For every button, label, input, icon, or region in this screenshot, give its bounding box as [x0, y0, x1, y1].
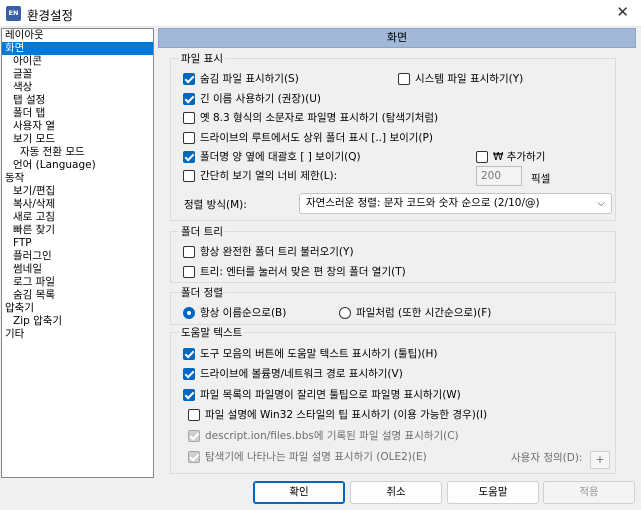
custom-define-button: +: [590, 451, 610, 469]
checkbox-box[interactable]: [188, 409, 200, 421]
checkbox-box: [188, 430, 200, 442]
lowercase-83-label: 옛 8.3 형식의 소문자로 파일명 표시하기 (탐색기처럼): [200, 112, 439, 124]
brackets-label: 폴더명 양 옆에 대괄호 [ ] 보이기(Q): [200, 151, 361, 163]
checkbox-box[interactable]: [183, 389, 195, 401]
explorer-ole2-label: 탐색기에 나타나는 파일 설명 표시하기 (OLE2)(E): [205, 451, 427, 463]
add-won-label: ₩ 추가하기: [493, 151, 546, 163]
tree-item-refresh[interactable]: 새로 고침: [13, 211, 55, 224]
checkbox-box[interactable]: [398, 73, 410, 85]
tree-item-log-file[interactable]: 로그 파일: [13, 276, 55, 289]
sort-by-name-label: 항상 이름순으로(B): [200, 307, 287, 319]
checkbox-box[interactable]: [183, 246, 195, 258]
show-hidden-label: 숨김 파일 표시하기(S): [200, 73, 299, 85]
tree-item-view-edit[interactable]: 보기/편집: [13, 185, 55, 198]
checkbox-box[interactable]: [183, 93, 195, 105]
drive-volume-label: 드라이브에 볼륨명/네트워크 경로 표시하기(V): [200, 368, 403, 380]
tree-item-colors[interactable]: 색상: [13, 81, 32, 94]
checkbox-box[interactable]: [183, 170, 195, 182]
checkbox-box[interactable]: [476, 151, 488, 163]
enter-open-label: 트리: 엔터를 눌러서 맞은 편 창의 폴더 열기(T): [200, 266, 406, 278]
long-names-label: 긴 이름 사용하기 (권장)(U): [200, 93, 322, 105]
ok-button[interactable]: 확인: [253, 481, 345, 504]
tree-item-tab-settings[interactable]: 탭 설정: [13, 94, 45, 107]
tree-item-display[interactable]: 화면: [2, 42, 153, 55]
apply-button: 적용: [543, 481, 635, 504]
tree-item-ignore-list[interactable]: 숨김 목록: [13, 289, 55, 302]
checkbox-box: [188, 451, 200, 463]
app-icon: EN: [6, 6, 21, 21]
tree-item-folder-tabs[interactable]: 폴더 탭: [13, 107, 45, 120]
tree-item-ftp[interactable]: FTP: [13, 237, 32, 250]
sort-method-value: 자연스러운 정렬: 문자 코드와 숫자 순으로 (2/10/@): [306, 197, 540, 209]
folder-sort-label: 폴더 정렬: [179, 285, 225, 300]
width-unit-label: 픽셀: [531, 173, 551, 185]
tree-item-icons[interactable]: 아이콘: [13, 55, 42, 68]
tooltips-label: 도움말 텍스트: [179, 325, 245, 340]
toolbar-tips-label: 도구 모음의 버튼에 도움말 텍스트 표시하기 (툴팁)(H): [200, 348, 438, 360]
win32-tips-label: 파일 설명에 Win32 스타일의 팁 표시하기 (이용 가능한 경우)(I): [205, 409, 488, 421]
chevron-down-icon[interactable]: ⌵: [597, 194, 605, 213]
root-parent-label: 드라이브의 루트에서도 상위 폴더 표시 [..] 보이기(P): [200, 132, 433, 144]
radio-dot[interactable]: [339, 307, 351, 319]
checkbox-box[interactable]: [183, 73, 195, 85]
tree-item-language[interactable]: 언어 (Language): [13, 159, 96, 172]
tree-item-layout[interactable]: 레이아웃: [5, 29, 44, 42]
window-title: 환경설정: [27, 8, 74, 23]
checkbox-box[interactable]: [183, 348, 195, 360]
truncated-names-label: 파일 목록의 파일명이 잘리면 툴팁으로 파일명 표시하기(W): [200, 389, 461, 401]
cancel-button[interactable]: 취소: [350, 481, 442, 504]
tree-item-copy-delete[interactable]: 복사/삭제: [13, 198, 55, 211]
width-input[interactable]: 200: [476, 166, 522, 186]
show-system-label: 시스템 파일 표시하기(Y): [415, 73, 524, 85]
checkbox-box[interactable]: [183, 266, 195, 278]
custom-define-label: 사용자 정의(D):: [511, 452, 583, 464]
tree-item-thumbnails[interactable]: 썸네일: [13, 263, 42, 276]
tree-item-custom-columns[interactable]: 사용자 열: [13, 120, 55, 133]
page-header: 화면: [158, 28, 636, 48]
file-display-label: 파일 표시: [179, 51, 225, 66]
folder-tree-label: 폴더 트리: [179, 224, 225, 239]
tree-item-quick-search[interactable]: 빠른 찾기: [13, 224, 55, 237]
descript-ion-label: descript.ion/files.bbs에 기록된 파일 설명 표시하기(C…: [205, 430, 459, 442]
tree-item-operation[interactable]: 동작: [5, 172, 24, 185]
title-bar: EN 환경설정 ✕: [0, 0, 641, 27]
sort-method-select[interactable]: 자연스러운 정렬: 문자 코드와 숫자 순으로 (2/10/@) ⌵: [299, 193, 612, 214]
settings-tree[interactable]: 레이아웃 화면 아이콘 글꼴 색상 탭 설정 폴더 탭 사용자 열 보기 모드 …: [1, 28, 154, 478]
tree-item-fonts[interactable]: 글꼴: [13, 68, 32, 81]
tree-item-packers[interactable]: 압축기: [5, 302, 34, 315]
checkbox-box[interactable]: [183, 112, 195, 124]
close-icon[interactable]: ✕: [616, 3, 629, 21]
tree-item-auto-switch[interactable]: 자동 전환 모드: [20, 146, 85, 159]
sort-like-files-label: 파일처럼 (또한 시간순으로)(F): [356, 307, 492, 319]
checkbox-box[interactable]: [183, 132, 195, 144]
sort-method-label: 정렬 방식(M):: [184, 199, 247, 211]
tree-item-plugins[interactable]: 플러그인: [13, 250, 52, 263]
checkbox-box[interactable]: [183, 368, 195, 380]
tree-item-view-modes[interactable]: 보기 모드: [13, 133, 55, 146]
tree-item-zip-packer[interactable]: Zip 압축기: [13, 315, 62, 328]
limit-width-label: 간단히 보기 열의 너비 제한(L):: [200, 170, 338, 182]
help-button[interactable]: 도움말: [447, 481, 539, 504]
checkbox-box[interactable]: [183, 151, 195, 163]
tree-item-misc[interactable]: 기타: [5, 328, 24, 341]
expand-full-label: 항상 완전한 폴더 트리 불러오기(Y): [200, 246, 354, 258]
radio-dot[interactable]: [183, 307, 195, 319]
